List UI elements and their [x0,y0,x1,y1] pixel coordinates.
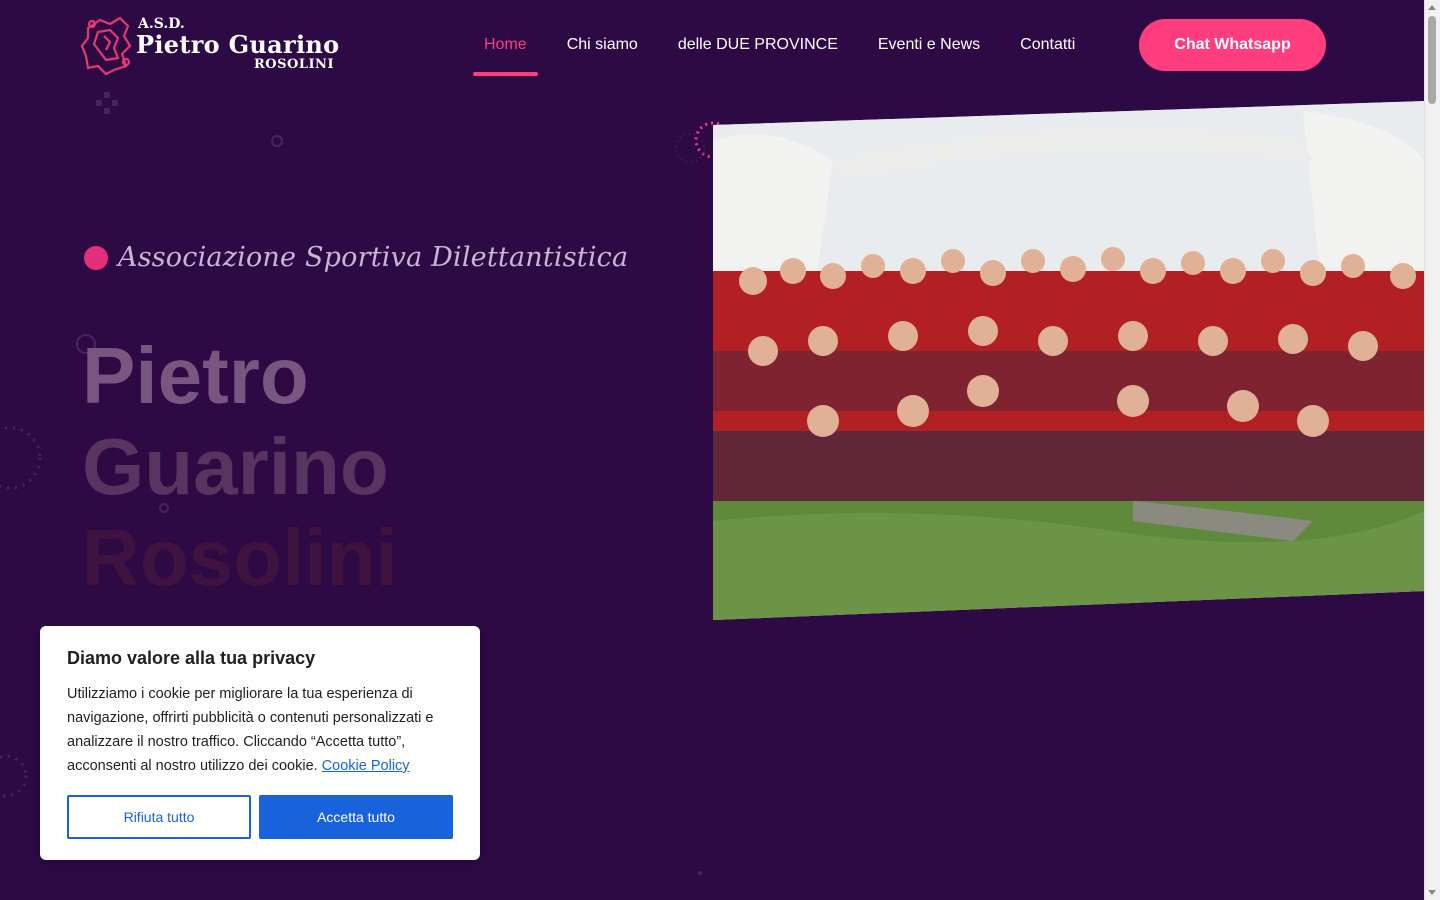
accept-all-button[interactable]: Accetta tutto [259,795,453,839]
scroll-thumb[interactable] [1428,16,1436,104]
nav-item-home[interactable]: Home [472,26,539,76]
nav-item-eventi-news[interactable]: Eventi e News [866,26,992,70]
hero-team-photo [713,101,1425,620]
page-scrollbar[interactable] [1424,0,1440,900]
hero-tagline: Associazione Sportiva Dilettantistica [84,242,628,273]
scroll-down-arrow-icon[interactable] [1428,890,1436,895]
cookie-text: Utilizziamo i cookie per migliorare la t… [67,682,457,778]
logo-city: ROSOLINI [254,57,335,72]
tagline-dot-icon [84,245,108,270]
hero-title-line-2: Guarino [82,422,389,511]
whatsapp-chat-button[interactable]: Chat Whatsapp [1139,19,1326,71]
site-logo[interactable]: A.S.D. Pietro Guarino ROSOLINI [80,14,340,78]
logo-name: Pietro Guarino [136,30,340,59]
tagline-text: Associazione Sportiva Dilettantistica [118,242,629,273]
reject-all-button[interactable]: Rifiuta tutto [67,795,251,839]
main-navigation: Home Chi siamo delle DUE PROVINCE Eventi… [472,26,1103,76]
scroll-up-arrow-icon[interactable] [1428,5,1436,10]
logo-emblem-icon [80,16,132,76]
cookie-consent-banner: Diamo valore alla tua privacy Utilizziam… [40,626,480,860]
cookie-title: Diamo valore alla tua privacy [67,648,316,668]
nav-item-due-province[interactable]: delle DUE PROVINCE [666,26,850,70]
cookie-policy-link[interactable]: Cookie Policy [322,758,410,774]
hero-title-line-1: Pietro [82,331,309,420]
hero-title: Pietro Guarino Rosolini [82,330,398,603]
team-photo-image [713,101,1425,620]
nav-item-contatti[interactable]: Contatti [1008,26,1087,70]
hero-title-line-3: Rosolini [82,513,398,602]
nav-item-chi-siamo[interactable]: Chi siamo [555,26,650,70]
